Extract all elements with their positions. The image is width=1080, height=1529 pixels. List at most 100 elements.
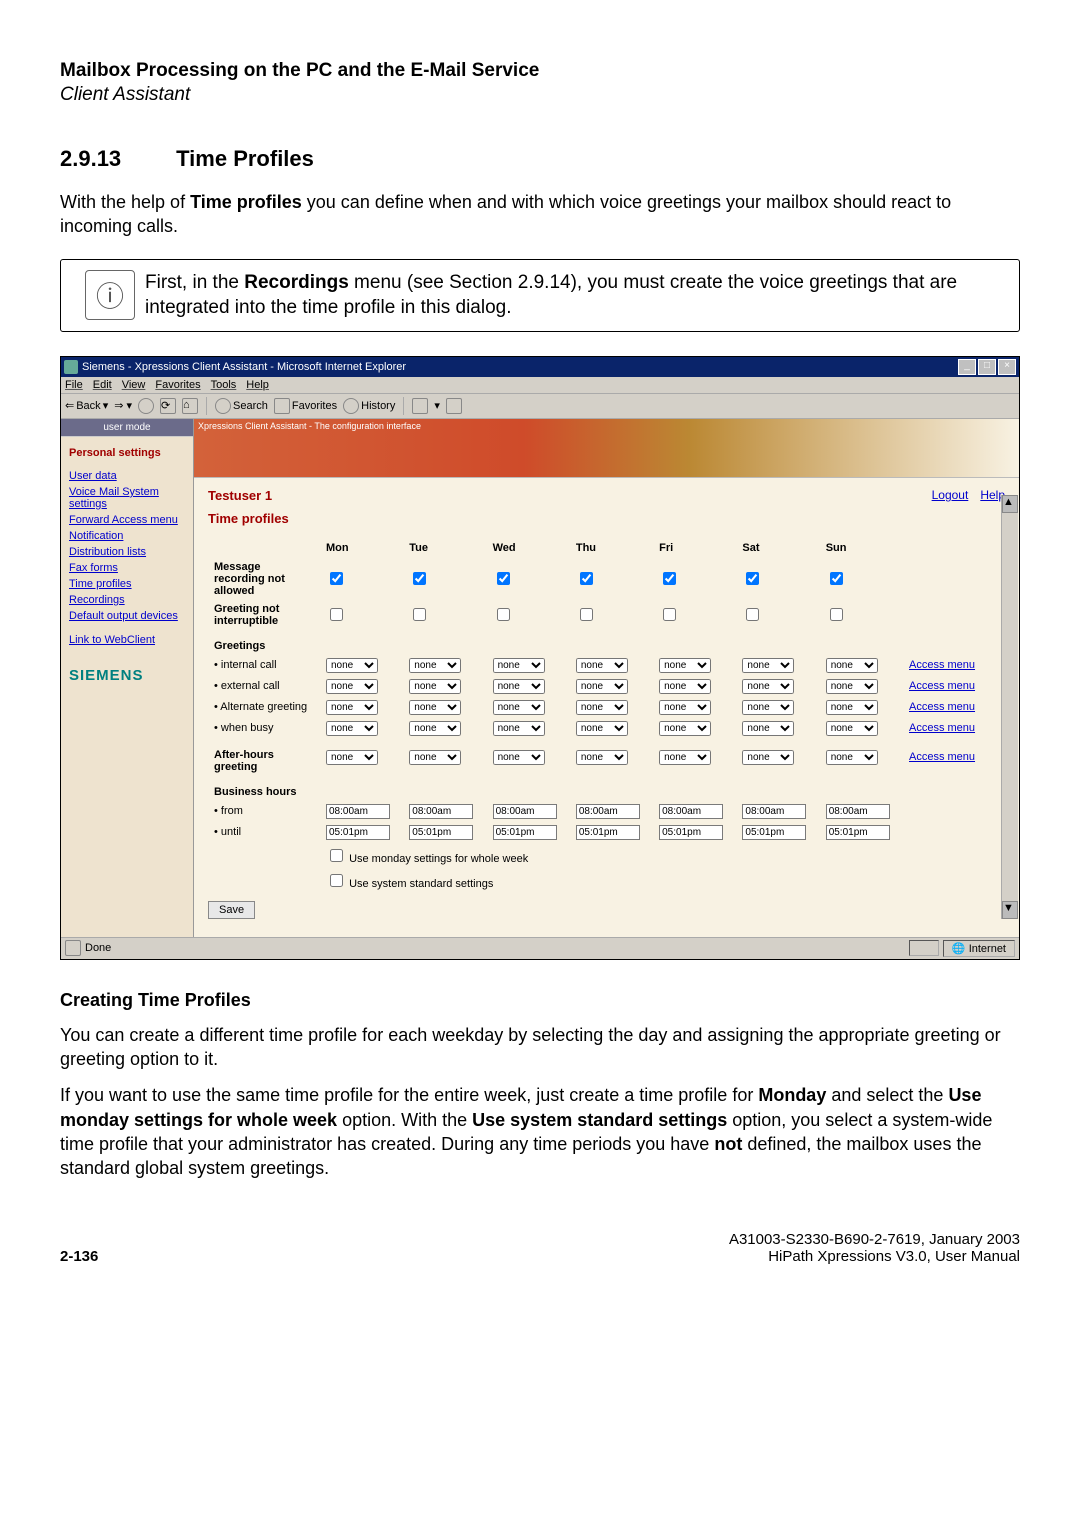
inp-from-tue[interactable] <box>409 804 473 819</box>
cb-use-monday[interactable] <box>330 849 343 862</box>
sel-external-wed[interactable]: none <box>493 679 545 694</box>
sel-internal-sat[interactable]: none <box>742 658 794 673</box>
stop-icon[interactable] <box>138 398 154 414</box>
cb-msg-wed[interactable] <box>497 572 510 585</box>
sel-internal-tue[interactable]: none <box>409 658 461 673</box>
menu-favorites[interactable]: Favorites <box>155 379 200 391</box>
cb-gi-mon[interactable] <box>330 608 343 621</box>
access-afterhours[interactable]: Access menu <box>909 751 975 763</box>
inp-until-sun[interactable] <box>826 825 890 840</box>
inp-from-wed[interactable] <box>493 804 557 819</box>
cb-gi-sat[interactable] <box>746 608 759 621</box>
sidebar-item-forward[interactable]: Forward Access menu <box>61 513 193 529</box>
inp-from-fri[interactable] <box>659 804 723 819</box>
close-button[interactable]: × <box>998 359 1016 375</box>
sel-busy-wed[interactable]: none <box>493 721 545 736</box>
sel-external-fri[interactable]: none <box>659 679 711 694</box>
sel-busy-thu[interactable]: none <box>576 721 628 736</box>
sel-external-thu[interactable]: none <box>576 679 628 694</box>
minimize-button[interactable]: _ <box>958 359 976 375</box>
menu-help[interactable]: Help <box>246 379 269 391</box>
sel-busy-tue[interactable]: none <box>409 721 461 736</box>
cb-gi-thu[interactable] <box>580 608 593 621</box>
sel-busy-sun[interactable]: none <box>826 721 878 736</box>
logout-link[interactable]: Logout <box>932 488 969 502</box>
scroll-down-icon[interactable]: ▼ <box>1002 901 1018 919</box>
menu-file[interactable]: File <box>65 379 83 391</box>
sel-alt-tue[interactable]: none <box>409 700 461 715</box>
access-alternate[interactable]: Access menu <box>909 701 975 713</box>
sidebar-item-defaultoutput[interactable]: Default output devices <box>61 609 193 625</box>
history-button[interactable]: History <box>343 398 395 414</box>
sel-ah-tue[interactable]: none <box>409 750 461 765</box>
cb-msg-fri[interactable] <box>663 572 676 585</box>
print-icon[interactable] <box>446 398 462 414</box>
forward-button[interactable]: ⇒ ▾ <box>114 399 132 412</box>
mail-icon[interactable] <box>412 398 428 414</box>
sel-alt-wed[interactable]: none <box>493 700 545 715</box>
cb-msg-mon[interactable] <box>330 572 343 585</box>
sel-busy-fri[interactable]: none <box>659 721 711 736</box>
sidebar-item-webclient[interactable]: Link to WebClient <box>61 633 193 649</box>
cb-gi-tue[interactable] <box>413 608 426 621</box>
sidebar-item-recordings[interactable]: Recordings <box>61 593 193 609</box>
cb-gi-wed[interactable] <box>497 608 510 621</box>
sel-busy-mon[interactable]: none <box>326 721 378 736</box>
sel-ah-mon[interactable]: none <box>326 750 378 765</box>
cb-msg-sat[interactable] <box>746 572 759 585</box>
inp-until-thu[interactable] <box>576 825 640 840</box>
sel-internal-sun[interactable]: none <box>826 658 878 673</box>
inp-from-thu[interactable] <box>576 804 640 819</box>
sel-internal-wed[interactable]: none <box>493 658 545 673</box>
access-busy[interactable]: Access menu <box>909 722 975 734</box>
home-icon[interactable]: ⌂ <box>182 398 198 414</box>
sidebar-item-user-data[interactable]: User data <box>61 469 193 485</box>
sidebar-item-distlists[interactable]: Distribution lists <box>61 545 193 561</box>
inp-until-sat[interactable] <box>742 825 806 840</box>
sel-internal-thu[interactable]: none <box>576 658 628 673</box>
cb-gi-sun[interactable] <box>830 608 843 621</box>
sel-external-sat[interactable]: none <box>742 679 794 694</box>
sel-external-sun[interactable]: none <box>826 679 878 694</box>
cb-use-system[interactable] <box>330 874 343 887</box>
scrollbar[interactable]: ▲ ▼ <box>1001 495 1018 919</box>
sel-external-tue[interactable]: none <box>409 679 461 694</box>
cb-msg-thu[interactable] <box>580 572 593 585</box>
sel-alt-fri[interactable]: none <box>659 700 711 715</box>
save-button[interactable]: Save <box>208 901 255 919</box>
sel-alt-mon[interactable]: none <box>326 700 378 715</box>
cb-gi-fri[interactable] <box>663 608 676 621</box>
menu-tools[interactable]: Tools <box>211 379 237 391</box>
sidebar-item-faxforms[interactable]: Fax forms <box>61 561 193 577</box>
maximize-button[interactable]: □ <box>978 359 996 375</box>
inp-until-fri[interactable] <box>659 825 723 840</box>
sel-busy-sat[interactable]: none <box>742 721 794 736</box>
sel-alt-thu[interactable]: none <box>576 700 628 715</box>
menu-view[interactable]: View <box>122 379 146 391</box>
inp-until-mon[interactable] <box>326 825 390 840</box>
sel-ah-sat[interactable]: none <box>742 750 794 765</box>
inp-from-sun[interactable] <box>826 804 890 819</box>
sel-alt-sat[interactable]: none <box>742 700 794 715</box>
inp-from-sat[interactable] <box>742 804 806 819</box>
access-external[interactable]: Access menu <box>909 680 975 692</box>
sidebar-item-notification[interactable]: Notification <box>61 529 193 545</box>
back-button[interactable]: ⇐ Back ▾ <box>65 399 108 412</box>
sel-external-mon[interactable]: none <box>326 679 378 694</box>
access-internal[interactable]: Access menu <box>909 659 975 671</box>
sel-alt-sun[interactable]: none <box>826 700 878 715</box>
sidebar-item-vms[interactable]: Voice Mail System settings <box>61 485 193 513</box>
inp-until-wed[interactable] <box>493 825 557 840</box>
sel-internal-fri[interactable]: none <box>659 658 711 673</box>
refresh-icon[interactable]: ⟳ <box>160 398 176 414</box>
menu-edit[interactable]: Edit <box>93 379 112 391</box>
inp-from-mon[interactable] <box>326 804 390 819</box>
sel-ah-fri[interactable]: none <box>659 750 711 765</box>
search-button[interactable]: Search <box>215 398 268 414</box>
cb-msg-sun[interactable] <box>830 572 843 585</box>
sel-internal-mon[interactable]: none <box>326 658 378 673</box>
cb-msg-tue[interactable] <box>413 572 426 585</box>
sel-ah-sun[interactable]: none <box>826 750 878 765</box>
scroll-up-icon[interactable]: ▲ <box>1002 495 1018 513</box>
sel-ah-wed[interactable]: none <box>493 750 545 765</box>
